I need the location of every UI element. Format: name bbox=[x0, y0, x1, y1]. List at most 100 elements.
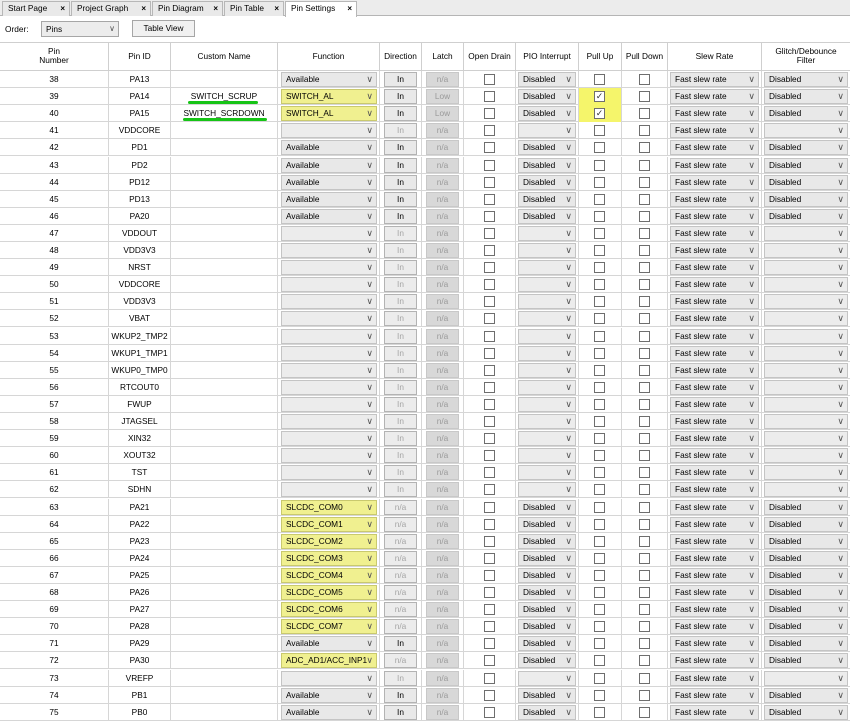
pull-up-checkbox[interactable] bbox=[594, 638, 605, 650]
direction-button[interactable]: In bbox=[384, 72, 417, 87]
pull-up-checkbox[interactable] bbox=[594, 569, 605, 581]
custom-name-cell[interactable] bbox=[171, 618, 278, 636]
direction-button[interactable]: In bbox=[384, 362, 417, 378]
custom-name-cell[interactable] bbox=[171, 447, 278, 465]
pull-down-checkbox[interactable] bbox=[639, 621, 650, 633]
slew-rate-select[interactable]: Fast slew rate ∨ bbox=[670, 345, 759, 361]
custom-name-cell[interactable]: SWITCH_SCRDOWN bbox=[171, 105, 278, 123]
glitch-filter-select[interactable]: Disabled ∨ bbox=[764, 602, 848, 618]
slew-rate-select[interactable]: Fast slew rate ∨ bbox=[670, 465, 759, 481]
pio-interrupt-select[interactable]: ∨ bbox=[518, 277, 576, 293]
pio-interrupt-select[interactable]: ∨ bbox=[518, 414, 576, 429]
direction-button[interactable]: In bbox=[384, 328, 417, 344]
pull-down-checkbox[interactable] bbox=[639, 518, 650, 530]
custom-name-cell[interactable] bbox=[171, 293, 278, 311]
glitch-filter-select[interactable]: ∨ bbox=[764, 465, 848, 481]
pio-interrupt-select[interactable]: Disabled ∨ bbox=[518, 533, 576, 549]
close-icon[interactable]: × bbox=[60, 2, 65, 15]
function-select[interactable]: Available ∨ bbox=[281, 208, 377, 224]
direction-button[interactable]: In bbox=[384, 89, 417, 105]
column-header-pull-down[interactable]: Pull Down bbox=[622, 42, 668, 70]
open-drain-checkbox[interactable] bbox=[484, 296, 495, 308]
open-drain-checkbox[interactable] bbox=[484, 227, 495, 239]
slew-rate-select[interactable]: Fast slew rate ∨ bbox=[670, 704, 759, 720]
slew-rate-select[interactable]: Fast slew rate ∨ bbox=[670, 482, 759, 498]
direction-button[interactable]: n/a bbox=[384, 602, 417, 618]
glitch-filter-select[interactable]: ∨ bbox=[764, 345, 848, 361]
slew-rate-select[interactable]: Fast slew rate ∨ bbox=[670, 208, 759, 224]
pio-interrupt-select[interactable]: Disabled ∨ bbox=[518, 174, 576, 190]
glitch-filter-select[interactable]: ∨ bbox=[764, 431, 848, 447]
function-select[interactable]: ∨ bbox=[281, 465, 377, 481]
pull-up-checkbox[interactable] bbox=[594, 552, 605, 564]
function-select[interactable]: SLCDC_COM1 ∨ bbox=[281, 516, 377, 532]
open-drain-checkbox[interactable] bbox=[484, 706, 495, 718]
slew-rate-select[interactable]: Fast slew rate ∨ bbox=[670, 431, 759, 447]
slew-rate-select[interactable]: Fast slew rate ∨ bbox=[670, 687, 759, 703]
slew-rate-select[interactable]: Fast slew rate ∨ bbox=[670, 157, 759, 173]
direction-button[interactable]: In bbox=[384, 260, 417, 276]
pull-down-checkbox[interactable] bbox=[639, 398, 650, 410]
slew-rate-select[interactable]: Fast slew rate ∨ bbox=[670, 174, 759, 190]
pull-down-checkbox[interactable] bbox=[639, 604, 650, 616]
function-select[interactable]: SLCDC_COM6 ∨ bbox=[281, 602, 377, 618]
column-header-slew-rate[interactable]: Slew Rate bbox=[668, 42, 762, 70]
slew-rate-select[interactable]: Fast slew rate ∨ bbox=[670, 533, 759, 549]
glitch-filter-select[interactable]: ∨ bbox=[764, 311, 848, 327]
pull-up-checkbox[interactable] bbox=[594, 245, 605, 256]
open-drain-checkbox[interactable] bbox=[484, 364, 495, 376]
pull-down-checkbox[interactable] bbox=[639, 210, 650, 222]
function-select[interactable]: Available ∨ bbox=[281, 191, 377, 207]
direction-button[interactable]: In bbox=[384, 465, 417, 481]
direction-button[interactable]: In bbox=[384, 345, 417, 361]
custom-name-cell[interactable] bbox=[171, 652, 278, 670]
function-select[interactable]: ∨ bbox=[281, 396, 377, 412]
pio-interrupt-select[interactable]: Disabled ∨ bbox=[518, 619, 576, 635]
custom-name-cell[interactable] bbox=[171, 515, 278, 533]
pull-up-checkbox[interactable] bbox=[594, 467, 605, 479]
slew-rate-select[interactable]: Fast slew rate ∨ bbox=[670, 191, 759, 207]
direction-button[interactable]: In bbox=[384, 431, 417, 447]
glitch-filter-select[interactable]: ∨ bbox=[764, 379, 848, 395]
slew-rate-select[interactable]: Fast slew rate ∨ bbox=[670, 499, 759, 515]
pull-down-checkbox[interactable] bbox=[639, 706, 650, 718]
custom-name-cell[interactable] bbox=[171, 669, 278, 687]
slew-rate-select[interactable]: Fast slew rate ∨ bbox=[670, 362, 759, 378]
pull-up-checkbox[interactable] bbox=[594, 655, 605, 667]
direction-button[interactable]: In bbox=[384, 106, 417, 122]
glitch-filter-select[interactable]: ∨ bbox=[764, 277, 848, 293]
tab-start-page[interactable]: Start Page × bbox=[2, 1, 70, 16]
function-select[interactable]: ∨ bbox=[281, 670, 377, 686]
open-drain-checkbox[interactable] bbox=[484, 330, 495, 342]
pio-interrupt-select[interactable]: Disabled ∨ bbox=[518, 550, 576, 566]
function-select[interactable]: ∨ bbox=[281, 431, 377, 447]
open-drain-checkbox[interactable] bbox=[484, 262, 495, 274]
pio-interrupt-select[interactable]: Disabled ∨ bbox=[518, 499, 576, 515]
slew-rate-select[interactable]: Fast slew rate ∨ bbox=[670, 448, 759, 464]
open-drain-checkbox[interactable] bbox=[484, 159, 495, 171]
open-drain-checkbox[interactable] bbox=[484, 210, 495, 222]
column-header-glitch-filter[interactable]: Glitch/Debounce Filter bbox=[762, 42, 850, 70]
glitch-filter-select[interactable]: Disabled ∨ bbox=[764, 208, 848, 224]
glitch-filter-select[interactable]: Disabled ∨ bbox=[764, 89, 848, 105]
pull-up-checkbox[interactable] bbox=[594, 381, 605, 393]
close-icon[interactable]: × bbox=[274, 2, 279, 15]
function-select[interactable]: ∨ bbox=[281, 345, 377, 361]
slew-rate-select[interactable]: Fast slew rate ∨ bbox=[670, 277, 759, 293]
slew-rate-select[interactable]: Fast slew rate ∨ bbox=[670, 636, 759, 652]
direction-button[interactable]: In bbox=[384, 414, 417, 429]
pio-interrupt-select[interactable]: Disabled ∨ bbox=[518, 157, 576, 173]
tab-pin-diagram[interactable]: Pin Diagram × bbox=[152, 1, 223, 16]
pull-down-checkbox[interactable] bbox=[639, 279, 650, 291]
open-drain-checkbox[interactable] bbox=[484, 535, 495, 547]
pull-down-checkbox[interactable] bbox=[639, 552, 650, 564]
open-drain-checkbox[interactable] bbox=[484, 450, 495, 462]
open-drain-checkbox[interactable] bbox=[484, 279, 495, 291]
glitch-filter-select[interactable]: Disabled ∨ bbox=[764, 653, 848, 669]
custom-name-cell[interactable] bbox=[171, 378, 278, 396]
slew-rate-select[interactable]: Fast slew rate ∨ bbox=[670, 123, 759, 139]
pull-up-checkbox[interactable] bbox=[594, 484, 605, 496]
glitch-filter-select[interactable]: Disabled ∨ bbox=[764, 567, 848, 583]
slew-rate-select[interactable]: Fast slew rate ∨ bbox=[670, 225, 759, 241]
pull-down-checkbox[interactable] bbox=[639, 501, 650, 513]
